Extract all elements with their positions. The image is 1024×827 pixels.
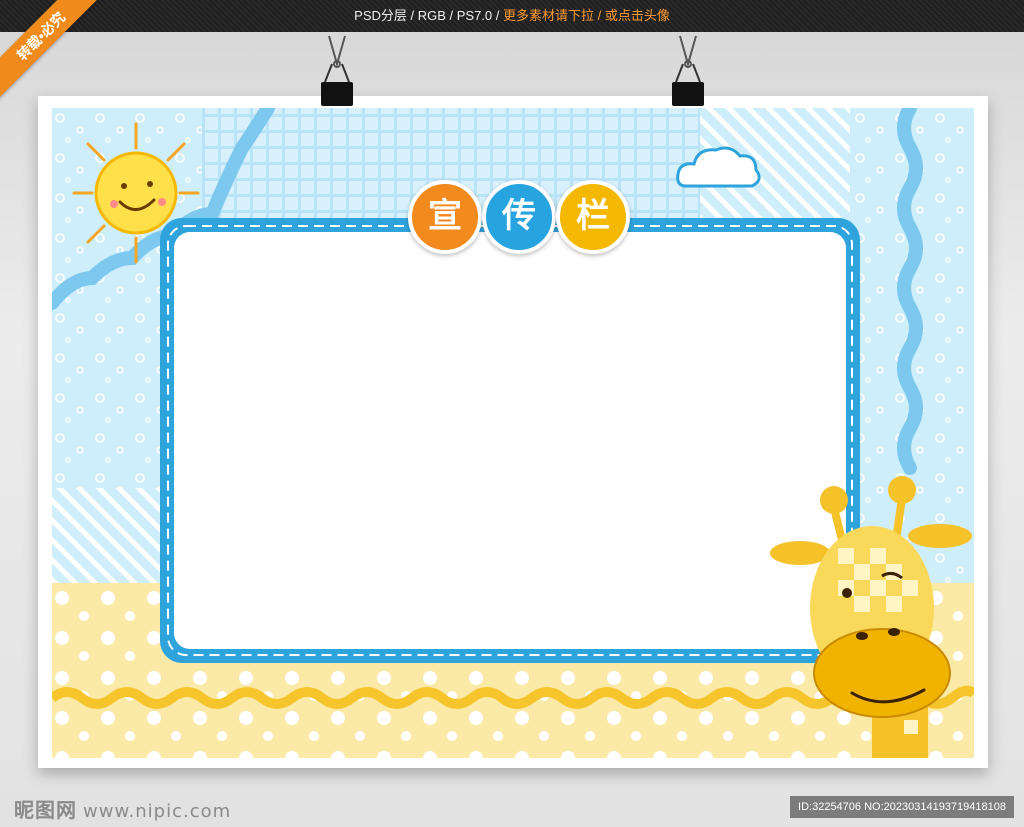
binder-clip-icon bbox=[672, 35, 704, 106]
frame-content-area bbox=[174, 232, 846, 649]
image-id-label: ID:32254706 NO:20230314193719418108 bbox=[790, 796, 1014, 818]
binder-clip-icon bbox=[321, 35, 353, 106]
stripe-panel-left bbox=[52, 488, 162, 583]
logo-text: 昵图网 bbox=[14, 798, 77, 822]
site-logo[interactable]: 昵图网 www.nipic.com bbox=[14, 794, 231, 823]
site-url: www.nipic.com bbox=[83, 801, 232, 822]
header-bar: PSD分层 / RGB / PS7.0 / 更多素材请下拉 / 或点击头像 bbox=[0, 0, 1024, 32]
title-badge-1: 宣 bbox=[408, 180, 482, 254]
download-hint[interactable]: 更多素材请下拉 / 或点击头像 bbox=[503, 8, 670, 23]
title-badge-3: 栏 bbox=[556, 180, 630, 254]
title-badge-2: 传 bbox=[482, 180, 556, 254]
file-meta: PSD分层 / RGB / PS7.0 / bbox=[354, 8, 503, 23]
